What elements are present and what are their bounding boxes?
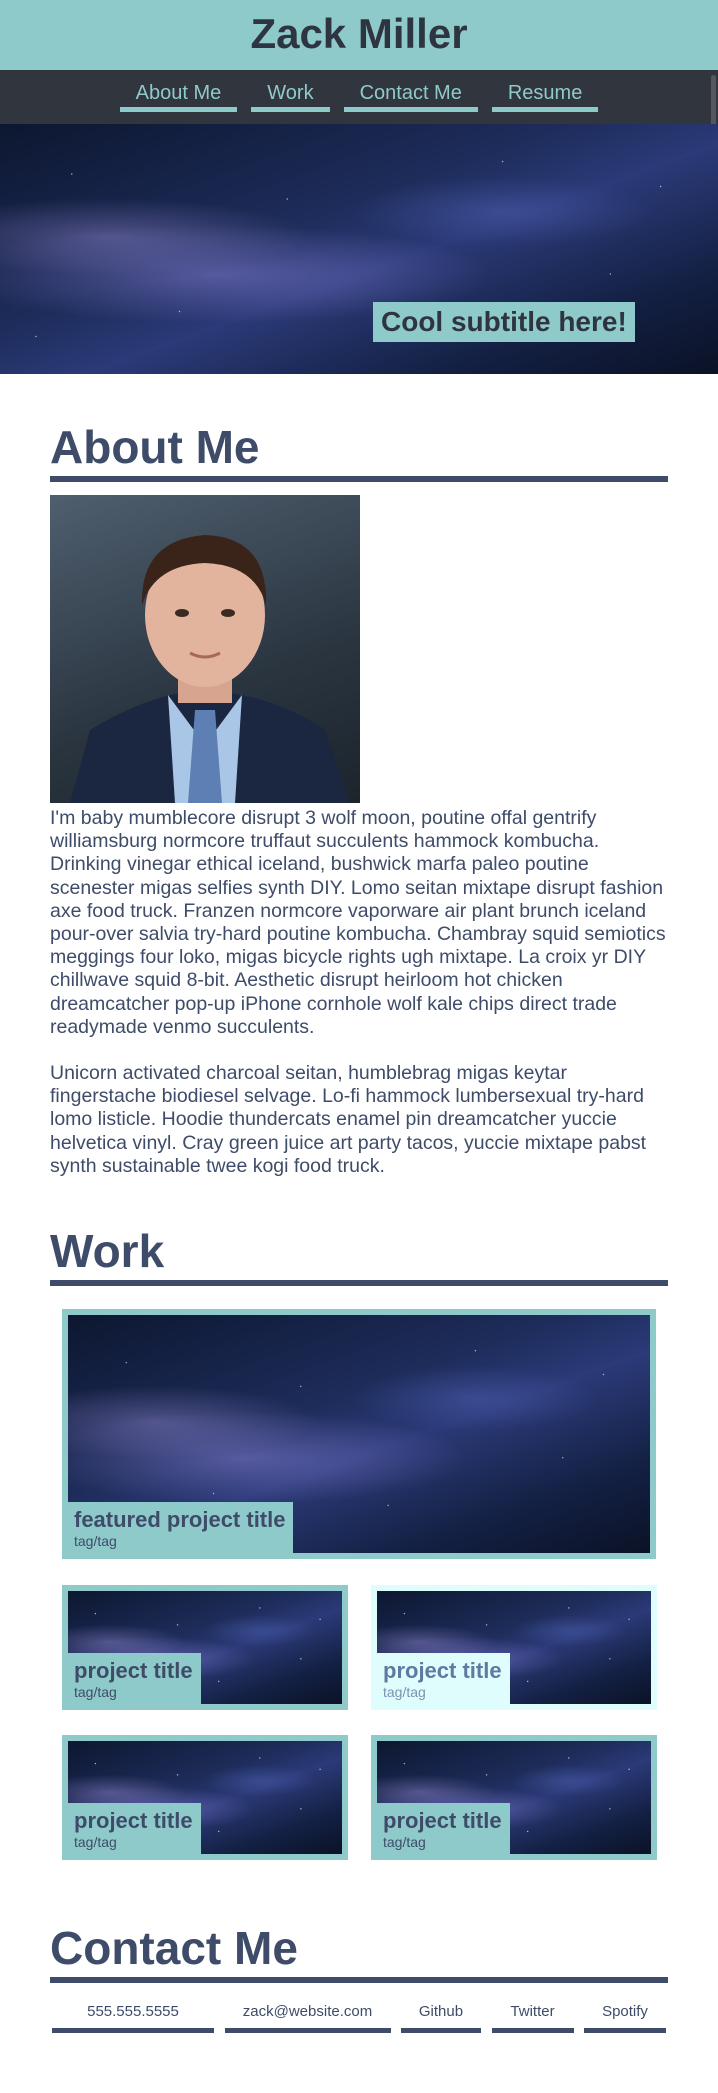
nav-link-contact[interactable]: Contact Me	[343, 70, 478, 112]
project-title: project title	[74, 1808, 193, 1833]
project-label: project title tag/tag	[68, 1803, 201, 1854]
hero-banner: Cool subtitle here!	[0, 124, 718, 374]
contact-phone-link[interactable]: 555.555.5555	[52, 2003, 214, 2033]
project-label: project title tag/tag	[377, 1803, 510, 1854]
project-title: project title	[383, 1658, 502, 1683]
about-text: I'm baby mumblecore disrupt 3 wolf moon,…	[50, 807, 670, 1201]
project-tags: tag/tag	[74, 1684, 117, 1700]
nav-link-resume[interactable]: Resume	[491, 70, 599, 112]
project-title: project title	[74, 1658, 193, 1683]
project-title: project title	[383, 1808, 502, 1833]
profile-photo	[50, 495, 360, 803]
site-header: Zack Miller	[0, 0, 718, 70]
project-title: featured project title	[74, 1507, 286, 1532]
project-tags: tag/tag	[383, 1834, 426, 1850]
featured-project-card[interactable]: featured project title tag/tag	[62, 1309, 656, 1559]
contact-links: 555.555.5555 zack@website.com Github Twi…	[52, 2003, 666, 2033]
site-title: Zack Miller	[250, 10, 468, 57]
project-card[interactable]: project title tag/tag	[371, 1585, 657, 1710]
project-card[interactable]: project title tag/tag	[62, 1585, 348, 1710]
contact-spotify-link[interactable]: Spotify	[584, 2003, 666, 2033]
contact-github-link[interactable]: Github	[401, 2003, 481, 2033]
project-tags: tag/tag	[383, 1684, 426, 1700]
about-heading: About Me	[50, 420, 668, 482]
hero-subtitle: Cool subtitle here!	[373, 302, 635, 342]
contact-heading: Contact Me	[50, 1921, 668, 1983]
nav-link-about[interactable]: About Me	[119, 70, 238, 112]
project-label: project title tag/tag	[68, 1653, 201, 1704]
project-label: project title tag/tag	[377, 1653, 510, 1704]
contact-email-link[interactable]: zack@website.com	[224, 2003, 391, 2033]
nav-link-work[interactable]: Work	[251, 70, 330, 112]
portrait-illustration	[70, 535, 350, 803]
project-label: featured project title tag/tag	[68, 1502, 294, 1553]
project-card[interactable]: project title tag/tag	[62, 1735, 348, 1860]
main-nav: About Me Work Contact Me Resume	[0, 70, 718, 124]
about-paragraph: Unicorn activated charcoal seitan, humbl…	[50, 1062, 647, 1177]
project-tags: tag/tag	[74, 1533, 117, 1549]
project-card[interactable]: project title tag/tag	[371, 1735, 657, 1860]
contact-twitter-link[interactable]: Twitter	[491, 2003, 574, 2033]
about-paragraph: I'm baby mumblecore disrupt 3 wolf moon,…	[50, 807, 666, 1038]
project-tags: tag/tag	[74, 1834, 117, 1850]
work-heading: Work	[50, 1224, 668, 1286]
